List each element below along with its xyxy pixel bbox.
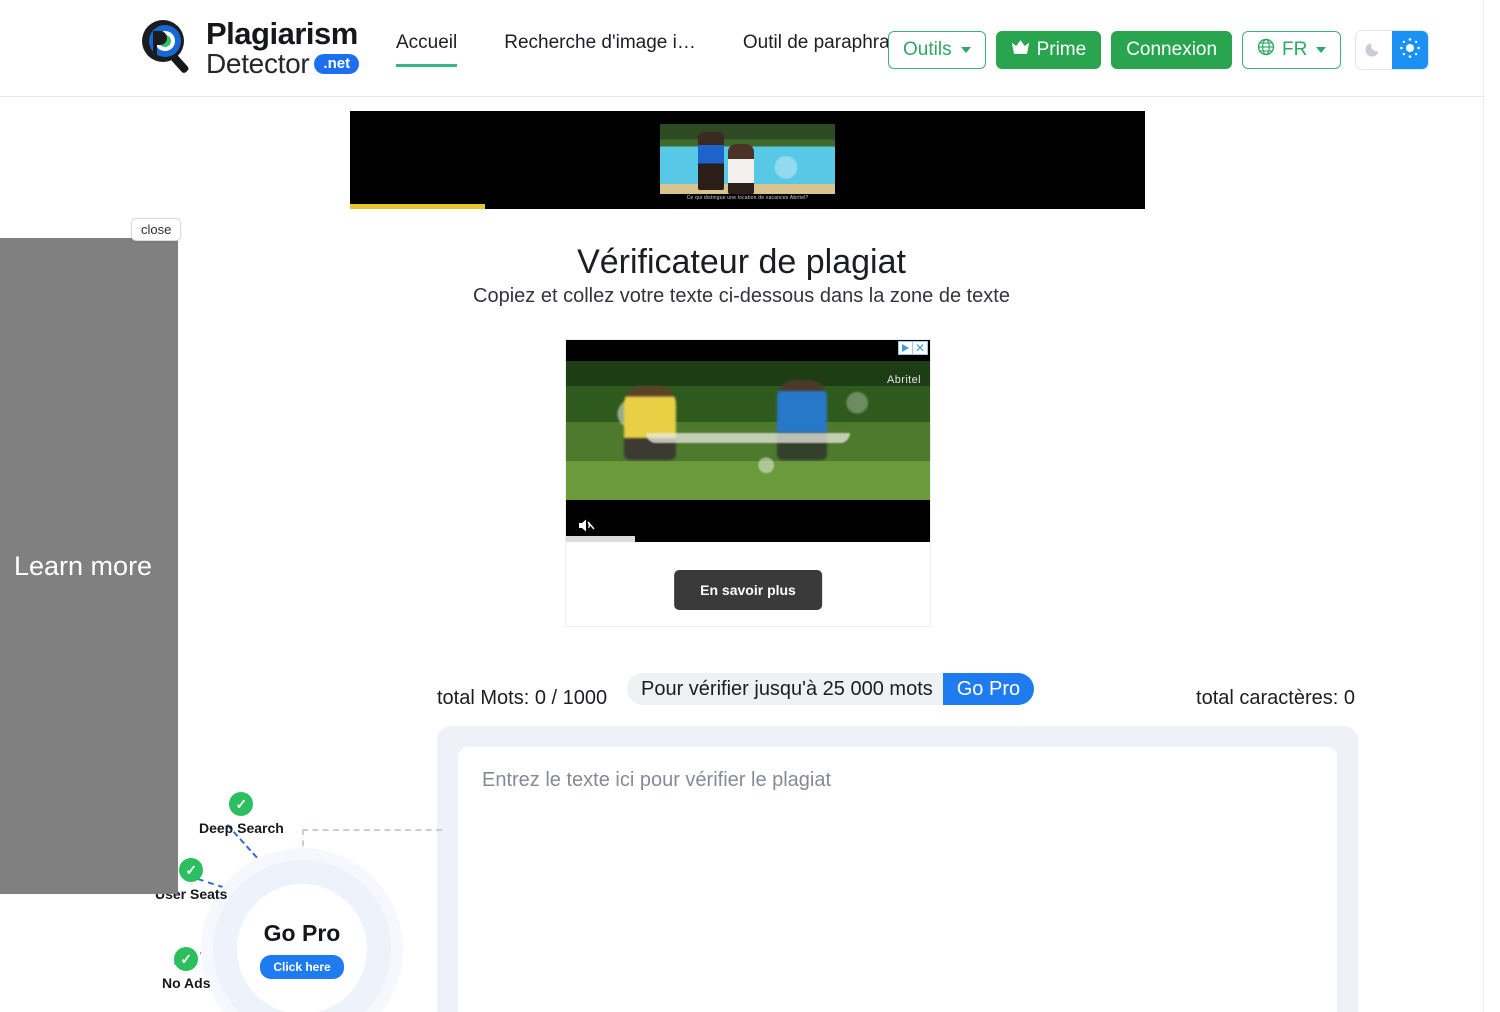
chevron-down-icon xyxy=(960,47,971,53)
site-header: Plagiarism Detector .net Accueil Recherc… xyxy=(0,0,1483,97)
logo-primary-text: Plagiarism xyxy=(206,16,358,51)
counters-row: total Mots: 0 / 1000 Pour vérifier jusqu… xyxy=(0,673,1483,717)
close-icon[interactable]: ✕ xyxy=(913,341,928,355)
banner-figure-adult xyxy=(698,132,724,190)
promo-connector-top xyxy=(302,829,442,831)
ad-overlay-learn-more[interactable]: Learn more xyxy=(0,551,152,582)
promo-click-here-button[interactable]: Click here xyxy=(260,954,344,979)
magnifier-logo-icon xyxy=(136,16,198,78)
ad-controls: ✕ xyxy=(898,341,928,355)
check-circle-icon: ✓ xyxy=(179,858,204,882)
upsell-pill: Pour vérifier jusqu'à 25 000 mots Go Pro xyxy=(627,673,1035,705)
tools-dropdown-label: Outils xyxy=(903,39,952,60)
crown-icon xyxy=(1011,39,1030,61)
side-ad-overlay[interactable]: Learn more xyxy=(0,238,178,894)
word-count-label: total Mots: 0 / 1000 xyxy=(437,687,608,709)
header-actions: Outils Prime Connexion FR xyxy=(888,30,1430,70)
site-logo[interactable]: Plagiarism Detector .net xyxy=(136,16,360,79)
chevron-down-icon xyxy=(1316,47,1327,53)
video-figure-left xyxy=(624,386,677,461)
editor-container: Entrez le texte ici pour vérifier le pla… xyxy=(437,726,1358,1012)
dark-mode-option[interactable] xyxy=(1356,31,1393,69)
promo-feature-no-ads: ✓ No Ads xyxy=(162,947,210,991)
nav-item-image-search[interactable]: Recherche d'image i… xyxy=(504,32,696,64)
banner-figure-child xyxy=(728,144,754,194)
login-button[interactable]: Connexion xyxy=(1111,31,1233,69)
banner-ad-image xyxy=(660,124,835,194)
ad-cta-area: En savoir plus xyxy=(566,542,930,626)
prime-button[interactable]: Prime xyxy=(995,31,1102,69)
globe-icon xyxy=(1257,38,1275,62)
nav-item-accueil[interactable]: Accueil xyxy=(396,32,458,67)
theme-toggle[interactable] xyxy=(1355,30,1430,70)
center-video-ad[interactable]: ✕ Abritel En savoir plus xyxy=(565,339,931,627)
ad-video-player[interactable]: Abritel xyxy=(566,340,930,542)
upsell-text: Pour vérifier jusqu'à 25 000 mots xyxy=(641,677,933,700)
adchoices-icon[interactable] xyxy=(898,341,913,355)
ad-brand-watermark: Abritel xyxy=(887,374,921,386)
page-scrollbar[interactable] xyxy=(1483,0,1500,1012)
ad-video-frame xyxy=(566,361,930,500)
logo-domain-badge: .net xyxy=(314,54,360,74)
check-circle-icon: ✓ xyxy=(229,792,254,816)
promo-feature-deep-search: ✓ Deep Search xyxy=(199,792,284,836)
video-figure-right xyxy=(777,380,828,461)
page-title: Vérificateur de plagiat xyxy=(577,243,906,281)
top-banner-ad[interactable]: Ce qui distingue une location de vacance… xyxy=(350,111,1145,209)
language-label: FR xyxy=(1282,39,1308,60)
ad-overlay-close-button[interactable]: close xyxy=(131,218,182,241)
check-circle-icon: ✓ xyxy=(174,947,199,971)
promo-title: Go Pro xyxy=(263,919,341,946)
banner-ad-caption: Ce qui distingue une location de vacance… xyxy=(686,195,809,201)
mute-icon[interactable] xyxy=(577,517,597,535)
video-hammock xyxy=(646,433,850,444)
promo-feature-label: No Ads xyxy=(162,975,211,991)
nav-item-paraphrase-tool[interactable]: Outil de paraphrase xyxy=(743,32,910,64)
promo-center[interactable]: Go Pro Click here xyxy=(237,884,367,1012)
tools-dropdown-button[interactable]: Outils xyxy=(888,31,986,69)
main-navigation: Accueil Recherche d'image i… Outil de pa… xyxy=(396,32,910,67)
moon-icon xyxy=(1364,38,1384,63)
language-selector[interactable]: FR xyxy=(1242,31,1342,69)
ad-learn-more-button[interactable]: En savoir plus xyxy=(674,570,822,610)
light-mode-option[interactable] xyxy=(1392,31,1429,69)
page-subtitle: Copiez et collez votre texte ci-dessous … xyxy=(473,285,1010,307)
editor-placeholder: Entrez le texte ici pour vérifier le pla… xyxy=(482,769,832,791)
prime-label: Prime xyxy=(1036,39,1087,60)
go-pro-button[interactable]: Go Pro xyxy=(942,673,1035,705)
character-count-label: total caractères: 0 xyxy=(1196,687,1355,709)
login-label: Connexion xyxy=(1126,39,1218,60)
logo-secondary-text: Detector xyxy=(206,48,310,79)
plagiarism-text-input[interactable]: Entrez le texte ici pour vérifier le pla… xyxy=(458,747,1337,1012)
sun-icon xyxy=(1399,37,1421,64)
promo-feature-label: Deep Search xyxy=(199,820,284,836)
banner-ad-progress xyxy=(350,204,486,209)
